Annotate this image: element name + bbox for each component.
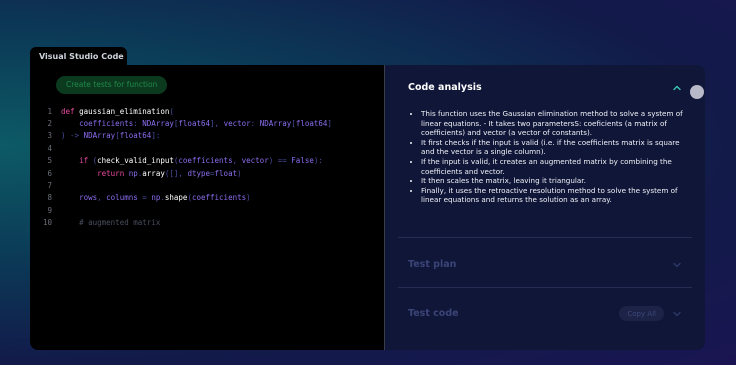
create-tests-button[interactable]: Create tests for function <box>56 76 168 94</box>
code-line-7: 7 <box>30 179 384 191</box>
punct: ) <box>246 193 251 203</box>
kwarg: dtype <box>187 168 211 178</box>
window-title: Visual Studio Code <box>39 52 124 61</box>
list-item: Finally, it uses the retroactive resolut… <box>421 186 691 205</box>
app-window: Create tests for function 1 def gaussian… <box>30 65 705 350</box>
code-block[interactable]: 1 def gaussian_elimination( 2 coefficien… <box>30 105 384 229</box>
code-line-1: 1 def gaussian_elimination( <box>30 105 384 117</box>
line-number: 4 <box>47 143 52 153</box>
function-call: check_valid_input <box>97 156 174 166</box>
copy-all-button[interactable]: Copy All <box>619 306 664 321</box>
punct: ] <box>327 119 332 129</box>
code-line-9: 9 <box>30 204 384 216</box>
punct: ([], <box>164 168 183 178</box>
test-code-header[interactable]: Test code Copy All <box>408 304 682 323</box>
code-line-4: 4 <box>30 142 384 154</box>
section-divider <box>398 287 692 288</box>
type: NDArray <box>142 119 174 129</box>
comment: # augmented matrix <box>79 218 161 228</box>
variable: columns <box>106 193 138 203</box>
literal: False <box>291 156 314 166</box>
keyword: def <box>61 106 75 116</box>
type: NDArray <box>259 119 292 129</box>
module: np <box>151 193 161 203</box>
line-number: 8 <box>47 193 52 203</box>
arg: vector <box>241 156 269 166</box>
type: NDArray <box>83 131 116 141</box>
list-item: If the input is valid, it creates an aug… <box>421 157 691 176</box>
punct: : <box>155 131 161 141</box>
module: np <box>128 168 138 178</box>
analysis-bullet-list: This function uses the Gaussian eliminat… <box>411 109 691 205</box>
line-number: 3 <box>47 131 52 141</box>
function-name: gaussian_elimination <box>79 106 170 116</box>
list-item: It first checks if the input is valid (i… <box>421 138 691 157</box>
code-line-6: 6 return np. array ([], dtype = float) <box>30 167 384 179</box>
variable: rows <box>79 193 98 203</box>
test-code-actions: Copy All <box>619 304 682 323</box>
type: float64 <box>178 119 211 129</box>
chevron-down-icon[interactable] <box>672 255 682 274</box>
punct: ( <box>169 106 174 116</box>
code-editor[interactable]: Create tests for function 1 def gaussian… <box>30 65 385 350</box>
operator: -> <box>70 131 80 141</box>
type: float64 <box>295 119 328 129</box>
keyword: if <box>79 156 89 166</box>
code-line-3: 3 ) -> NDArray[float64]: <box>30 130 384 142</box>
arg: coefficients <box>178 156 233 166</box>
line-number: 10 <box>42 218 52 228</box>
code-line-5: 5 if (check_valid_input(coefficients, ve… <box>30 155 384 167</box>
test-plan-header[interactable]: Test plan <box>408 255 682 274</box>
chevron-up-icon[interactable] <box>672 78 682 97</box>
code-line-10: 10 # augmented matrix <box>30 217 384 229</box>
line-number: 6 <box>47 168 52 178</box>
line-number: 7 <box>47 181 52 191</box>
code-line-8: 8 rows, columns = np. shape(coefficients) <box>30 192 384 204</box>
code-line-2: 2 coefficients: NDArray[float64], vector… <box>30 117 384 129</box>
section-divider <box>398 237 692 238</box>
code-analysis-header[interactable]: Code analysis <box>408 78 682 97</box>
function-call: array <box>142 168 165 178</box>
function-call: shape <box>164 193 188 203</box>
line-number: 9 <box>47 205 52 215</box>
keyword: return <box>97 168 125 178</box>
type: float64 <box>119 131 152 141</box>
analysis-panel: Code analysis This function uses the Gau… <box>385 65 705 350</box>
line-number: 5 <box>47 156 52 166</box>
list-item: This function uses the Gaussian eliminat… <box>421 109 691 138</box>
test-code-title: Test code <box>408 308 459 319</box>
scroll-handle[interactable] <box>690 85 704 99</box>
line-number: 2 <box>47 119 52 129</box>
line-number: 1 <box>47 106 52 116</box>
list-item: It then scales the matrix, leaving it tr… <box>421 176 691 186</box>
punct: ): <box>313 156 323 166</box>
operator: == <box>277 156 287 166</box>
test-plan-title: Test plan <box>408 259 457 270</box>
literal: float <box>214 168 238 178</box>
chevron-down-icon[interactable] <box>672 304 682 323</box>
arg: coefficients <box>191 193 247 203</box>
param: vector <box>223 119 251 129</box>
code-analysis-title: Code analysis <box>408 82 482 93</box>
param: coefficients <box>79 119 134 129</box>
punct: ) <box>237 168 242 178</box>
